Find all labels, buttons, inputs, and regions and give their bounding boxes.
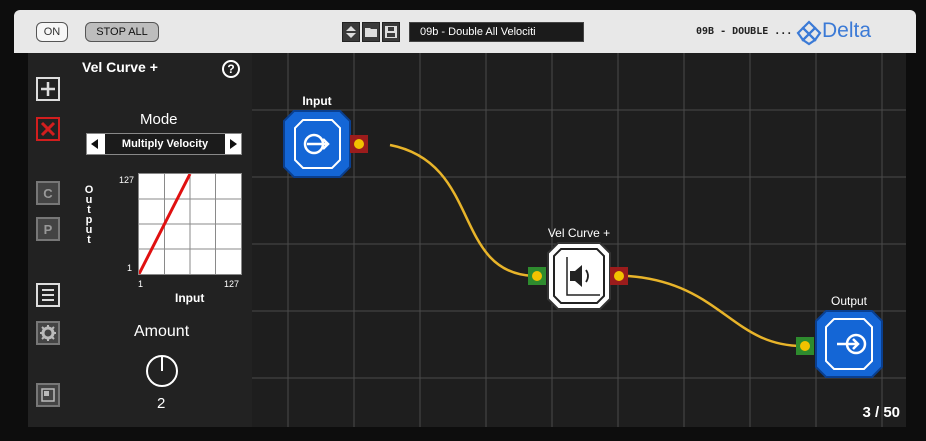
delta-logo-icon [796, 20, 822, 46]
settings-button[interactable] [36, 321, 60, 345]
canvas-grid [252, 53, 906, 427]
output-in-jack[interactable] [800, 341, 810, 351]
velocity-curve-graph[interactable] [137, 173, 242, 275]
input-out-jack[interactable] [354, 139, 364, 149]
stop-all-button[interactable]: STOP ALL [85, 22, 159, 42]
help-icon[interactable]: ? [222, 60, 240, 78]
curve-in-jack[interactable] [532, 271, 542, 281]
paste-button[interactable]: P [36, 217, 60, 241]
input-node[interactable] [283, 110, 351, 178]
copy-letter-icon: C [43, 185, 53, 201]
list-view-button[interactable] [36, 283, 60, 307]
x-axis-label: Input [175, 291, 205, 305]
main-area: C P Vel Curve + ? Mode Multiply Velocity… [28, 53, 906, 427]
y-max-tick: 127 [119, 175, 135, 185]
output-node[interactable] [815, 310, 883, 378]
y-min-tick: 1 [127, 263, 133, 273]
chevron-left-icon [91, 139, 98, 149]
chevron-right-icon [230, 139, 237, 149]
x-min-tick: 1 [138, 279, 144, 289]
amount-label: Amount [134, 323, 190, 340]
gear-icon [40, 325, 56, 341]
save-icon[interactable] [382, 22, 400, 42]
vel-curve-node[interactable] [547, 242, 611, 310]
x-max-tick: 127 [224, 279, 240, 289]
paste-letter-icon: P [43, 221, 53, 237]
cable-input-to-curve[interactable] [389, 143, 535, 278]
amount-value: 2 [157, 395, 166, 412]
add-node-button[interactable] [36, 77, 60, 101]
left-toolbar: C P [28, 53, 77, 427]
app-frame: ON STOP ALL 09b - Double All Velociti 09… [0, 0, 926, 441]
amount-knob[interactable] [144, 353, 180, 389]
copy-button[interactable]: C [36, 181, 60, 205]
panel-title: Vel Curve + [82, 59, 158, 75]
preset-name-field[interactable]: 09b - Double All Velociti [409, 22, 584, 42]
curve-out-jack[interactable] [614, 271, 624, 281]
properties-panel: Vel Curve + ? Mode Multiply Velocity O u… [76, 53, 253, 427]
window-toggle-button[interactable] [36, 383, 60, 407]
up-down-arrows-icon[interactable] [342, 22, 360, 42]
mode-selector: Multiply Velocity [86, 133, 242, 155]
node-canvas[interactable]: Input Vel Curve + Output 3 / 50 [252, 53, 906, 427]
output-node-label: Output [831, 294, 868, 308]
y-axis-letter: t [87, 234, 91, 246]
page-counter: 3 / 50 [862, 404, 900, 421]
mode-prev-button[interactable] [87, 134, 103, 154]
plus-icon [41, 82, 55, 96]
mode-next-button[interactable] [225, 134, 241, 154]
top-toolbar: ON STOP ALL 09b - Double All Velociti 09… [14, 10, 916, 53]
on-button[interactable]: ON [36, 22, 68, 42]
delete-node-button[interactable] [36, 117, 60, 141]
mode-value[interactable]: Multiply Velocity [105, 134, 225, 154]
input-node-label: Input [302, 94, 331, 108]
vel-curve-node-label: Vel Curve + [548, 226, 610, 240]
window-icon [41, 388, 55, 402]
mode-label: Mode [140, 111, 178, 128]
y-axis-label: O u t p u t [84, 185, 94, 246]
list-icon [42, 289, 54, 301]
folder-icon[interactable] [362, 22, 380, 42]
close-icon [40, 121, 56, 137]
brand-tag-label: 09B - DOUBLE ... [696, 26, 793, 37]
brand-name: Delta [822, 19, 872, 42]
